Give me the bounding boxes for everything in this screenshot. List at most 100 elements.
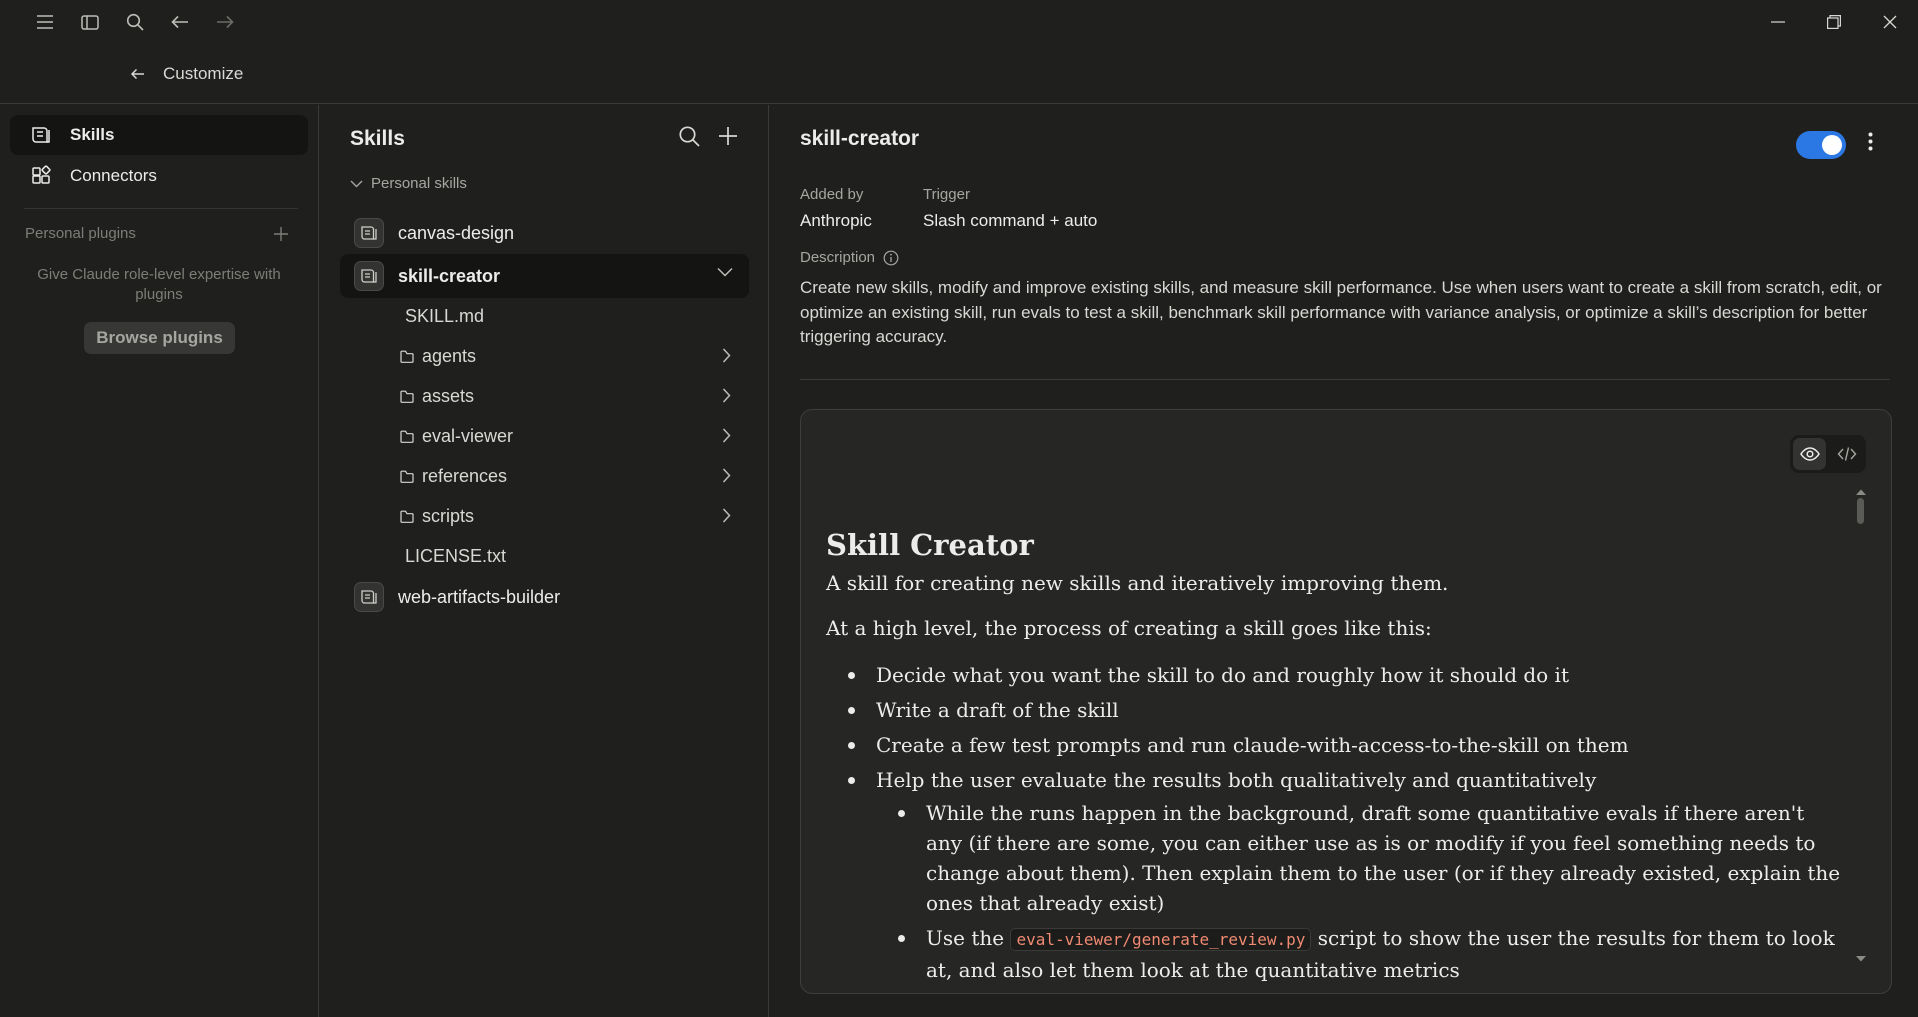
back-arrow-icon[interactable] [157, 0, 202, 44]
chevron-down-icon [350, 180, 363, 188]
toggle-knob [1822, 135, 1842, 155]
chevron-right-icon [722, 388, 731, 403]
markdown-content: Skill Creator A skill for creating new s… [826, 528, 1846, 990]
more-options-icon[interactable] [1868, 132, 1873, 151]
sidebar: Skills Connectors Personal plugins Give … [0, 105, 319, 1017]
skill-name: canvas-design [398, 222, 515, 243]
plugins-empty-text: Give Claude role-level expertise with pl… [37, 266, 281, 303]
description-label-row: Description [800, 249, 899, 266]
menu-icon[interactable] [22, 0, 67, 44]
skill-detail: skill-creator Added by Anthropic Trigger… [770, 105, 1918, 1017]
back-label: Customize [163, 63, 244, 83]
close-icon[interactable] [1862, 0, 1918, 44]
trigger-label: Trigger [923, 186, 970, 203]
preview-intro: A skill for creating new skills and iter… [826, 571, 1449, 595]
folder-item[interactable]: assets [400, 380, 749, 412]
list-item: Create a few test prompts and run claude… [826, 730, 1846, 760]
added-by-value: Anthropic [800, 211, 872, 230]
file-item[interactable]: LICENSE.txt [405, 540, 754, 572]
skill-icon [354, 218, 384, 248]
list-item: Help the user evaluate the results both … [826, 765, 1846, 985]
folder-icon [400, 510, 414, 523]
page-header: Customize [0, 44, 1918, 104]
folder-name: scripts [422, 505, 475, 526]
chevron-right-icon [722, 468, 731, 483]
skill-enabled-toggle[interactable] [1796, 131, 1846, 159]
folder-name: references [422, 465, 508, 486]
folder-name: agents [422, 345, 477, 366]
sub-list-item: Use the eval-viewer/generate_review.py s… [876, 923, 1846, 985]
browse-plugins-button[interactable]: Browse plugins [84, 322, 235, 354]
search-icon[interactable] [112, 0, 157, 44]
file-name: SKILL.md [405, 305, 485, 326]
skill-preview[interactable]: Skill Creator A skill for creating new s… [800, 409, 1892, 994]
chevron-right-icon [722, 348, 731, 363]
process-list: Decide what you want the skill to do and… [826, 660, 1846, 985]
folder-item[interactable]: agents [400, 340, 749, 372]
code-view-icon[interactable] [1830, 438, 1863, 470]
folder-icon [400, 430, 414, 443]
back-arrow-icon [130, 68, 145, 80]
skill-icon [354, 582, 384, 612]
folder-name: eval-viewer [422, 425, 514, 446]
connectors-icon [30, 165, 52, 187]
chevron-right-icon [722, 428, 731, 443]
sub-list-item: While the runs happen in the background,… [876, 798, 1846, 918]
skill-item-web-artifacts-builder[interactable]: web-artifacts-builder [340, 575, 749, 619]
view-mode-toggle [1790, 435, 1866, 473]
skill-item-canvas-design[interactable]: canvas-design [340, 211, 749, 255]
skill-icon [354, 261, 384, 291]
sidebar-toggle-icon[interactable] [67, 0, 112, 44]
preview-heading: Skill Creator [826, 528, 1034, 562]
skill-name: web-artifacts-builder [398, 586, 561, 607]
sidebar-item-connectors[interactable]: Connectors [10, 156, 308, 196]
skill-title: skill-creator [800, 127, 920, 150]
file-name: LICENSE.txt [405, 545, 507, 566]
divider [800, 379, 1890, 380]
scroll-down-icon[interactable] [1855, 955, 1867, 963]
folder-name: assets [422, 385, 475, 406]
forward-arrow-icon[interactable] [202, 0, 247, 44]
folder-item[interactable]: eval-viewer [400, 420, 749, 452]
list-item: Write a draft of the skill [826, 695, 1846, 725]
back-to-customize-link[interactable]: Customize [130, 64, 243, 84]
chevron-down-icon[interactable] [717, 267, 733, 277]
added-by-label: Added by [800, 186, 864, 203]
add-skill-icon[interactable] [718, 125, 738, 147]
sidebar-item-label: Connectors [70, 166, 157, 185]
description-label: Description [800, 249, 876, 266]
skills-panel-title: Skills [350, 127, 405, 150]
scroll-up-icon[interactable] [1855, 488, 1867, 496]
sub-item-pre: Use the [926, 926, 1011, 950]
folder-item[interactable]: references [400, 460, 749, 492]
skill-name: skill-creator [398, 265, 501, 286]
group-label: Personal skills [371, 175, 467, 192]
sidebar-item-label: Skills [70, 125, 115, 144]
scrollbar-thumb[interactable] [1857, 498, 1864, 524]
personal-plugins-label: Personal plugins [25, 225, 136, 242]
file-item[interactable]: SKILL.md [405, 300, 754, 332]
sidebar-divider [24, 208, 298, 209]
folder-icon [400, 350, 414, 363]
inline-code: eval-viewer/generate_review.py [1010, 928, 1312, 951]
preview-process-intro: At a high level, the process of creating… [826, 616, 1432, 640]
trigger-value: Slash command + auto [923, 211, 1098, 230]
list-item: Decide what you want the skill to do and… [826, 660, 1846, 690]
list-item-text: Help the user evaluate the results both … [876, 768, 1597, 792]
skills-icon [30, 124, 52, 146]
folder-icon [400, 470, 414, 483]
title-bar [0, 0, 1918, 44]
folder-item[interactable]: scripts [400, 500, 749, 532]
restore-icon[interactable] [1806, 0, 1862, 44]
preview-eye-icon[interactable] [1793, 438, 1826, 470]
info-icon[interactable] [883, 250, 899, 266]
add-plugin-icon[interactable] [274, 226, 288, 241]
skills-panel: Skills Personal skills canvas-design ski… [320, 105, 769, 1017]
sub-list: While the runs happen in the background,… [876, 798, 1846, 985]
minimize-icon[interactable] [1750, 0, 1806, 44]
sidebar-item-skills[interactable]: Skills [10, 115, 308, 155]
chevron-right-icon [722, 508, 731, 523]
search-skills-icon[interactable] [678, 125, 700, 147]
personal-skills-group[interactable]: Personal skills [350, 175, 467, 192]
skill-item-skill-creator[interactable]: skill-creator [340, 254, 749, 298]
